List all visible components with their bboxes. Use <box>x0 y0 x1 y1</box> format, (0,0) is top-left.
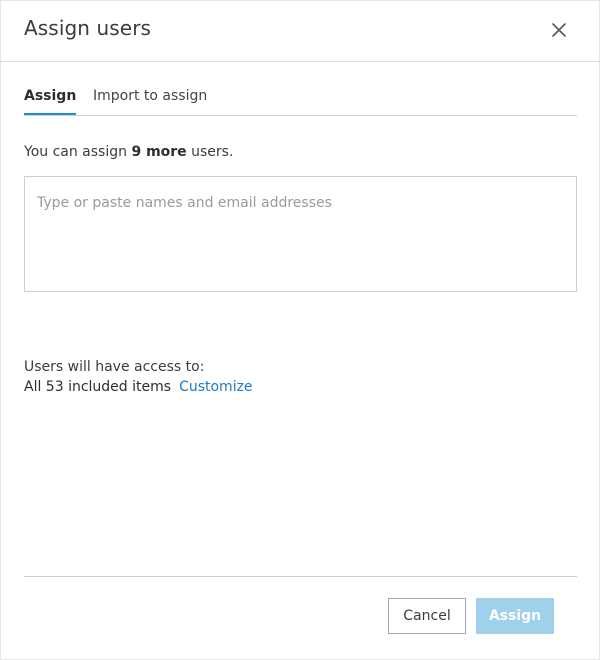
dialog-header: Assign users <box>1 1 599 62</box>
close-button[interactable] <box>547 18 571 42</box>
access-label: Users will have access to: <box>24 359 205 375</box>
users-input[interactable] <box>24 176 577 292</box>
capacity-count: 9 more <box>131 144 187 160</box>
dialog-title: Assign users <box>24 16 152 40</box>
access-items: All 53 included items <box>24 379 172 395</box>
capacity-suffix: users. <box>186 144 234 160</box>
close-icon <box>552 23 566 37</box>
cancel-button[interactable]: Cancel <box>388 598 466 634</box>
assign-capacity-text: You can assign 9 more users. <box>24 144 233 160</box>
assign-button[interactable]: Assign <box>476 598 554 634</box>
access-row: All 53 included items Customize <box>24 379 253 395</box>
tab-bar: Assign Import to assign <box>24 86 577 116</box>
tab-import-to-assign[interactable]: Import to assign <box>93 86 207 115</box>
assign-users-dialog: Assign users Assign Import to assign You… <box>0 0 600 660</box>
capacity-prefix: You can assign <box>24 144 132 160</box>
customize-link[interactable]: Customize <box>179 379 253 395</box>
tab-assign[interactable]: Assign <box>24 86 77 115</box>
footer-divider <box>24 576 577 577</box>
